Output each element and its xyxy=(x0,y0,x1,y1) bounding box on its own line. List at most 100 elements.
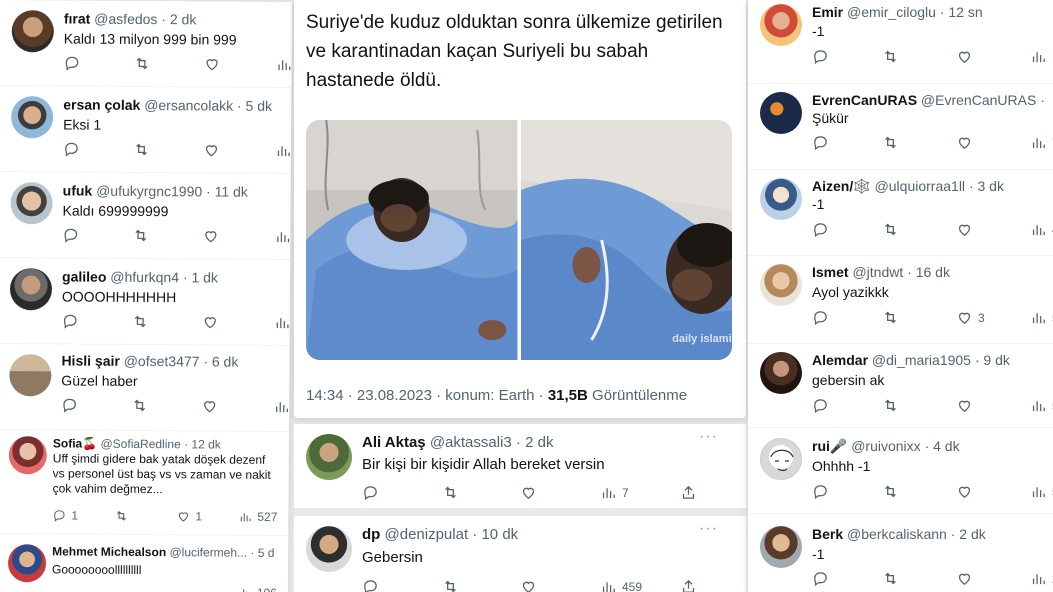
user-name[interactable]: Alemdar xyxy=(812,352,868,368)
avatar[interactable] xyxy=(760,438,802,480)
retweet-button[interactable] xyxy=(882,570,899,587)
views-button[interactable] xyxy=(274,228,291,245)
tweet-time[interactable]: 1 dk xyxy=(191,269,218,285)
tweet-time[interactable]: · xyxy=(1040,92,1045,108)
avatar[interactable] xyxy=(8,436,47,475)
retweet-button[interactable] xyxy=(131,397,148,414)
tweet-time[interactable]: 5 dk xyxy=(246,98,273,114)
tweet-time[interactable]: 10 dk xyxy=(481,526,518,543)
user-name[interactable]: galileo xyxy=(62,268,106,284)
user-name[interactable]: Berk xyxy=(812,526,843,542)
retweet-button[interactable] xyxy=(882,134,899,151)
views-button[interactable]: 7 xyxy=(600,484,629,501)
like-button[interactable] xyxy=(202,313,219,330)
avatar[interactable] xyxy=(760,526,802,568)
reply-button[interactable] xyxy=(64,54,81,71)
retweet-button[interactable] xyxy=(134,55,151,72)
reply-tweet[interactable]: Aizen/🕸️ @ulquiorraa1ll · 3 dk -1 4 xyxy=(748,170,1053,256)
reply-tweet[interactable]: fırat @asfedos · 2 dk Kaldı 13 milyon 99… xyxy=(0,0,292,89)
user-handle[interactable]: @di_maria1905 xyxy=(872,352,971,368)
reply-tweet[interactable]: ersan çolak @ersancolakk · 5 dk Eksi 1 xyxy=(0,86,292,175)
user-handle[interactable]: @ufukyrgnc1990 xyxy=(96,183,202,200)
avatar[interactable] xyxy=(9,354,52,397)
like-button[interactable] xyxy=(520,484,537,501)
avatar[interactable] xyxy=(7,544,47,583)
user-handle[interactable]: @ulquiorraa1ll xyxy=(875,178,965,194)
user-handle[interactable]: @asfedos xyxy=(94,11,157,27)
views-button[interactable] xyxy=(1030,48,1047,65)
reply-button[interactable] xyxy=(61,396,78,413)
reply-tweet[interactable]: Sofia🍒 @SofiaRedline · 12 dk Uff şimdi g… xyxy=(0,430,289,537)
avatar[interactable] xyxy=(9,268,53,311)
views-button[interactable] xyxy=(275,142,292,159)
retweet-button[interactable] xyxy=(114,509,128,523)
reply-tweet[interactable]: Berk @berkcaliskann · 2 dk -1 2 xyxy=(748,514,1053,592)
retweet-button[interactable] xyxy=(132,313,149,330)
retweet-button[interactable] xyxy=(882,309,899,326)
user-name[interactable]: rui🎤 xyxy=(812,438,847,454)
user-name[interactable]: ufuk xyxy=(63,182,93,198)
user-handle[interactable]: @berkcaliskann xyxy=(847,526,947,542)
retweet-button[interactable] xyxy=(133,141,150,158)
like-button[interactable] xyxy=(956,48,973,65)
user-name[interactable]: Mehmet Michealson xyxy=(52,544,166,559)
user-handle[interactable]: @denizpulat xyxy=(385,526,469,543)
views-button[interactable] xyxy=(275,56,291,73)
main-tweet[interactable]: Suriye'de kuduz olduktan sonra ülkemize … xyxy=(294,0,746,418)
reply-button[interactable] xyxy=(362,578,379,592)
tweet-time[interactable]: 12 dk xyxy=(191,437,220,451)
tweet-time[interactable]: 9 dk xyxy=(983,352,1009,368)
reply-tweet[interactable]: Ismet @jtndwt · 16 dk Ayol yazikkk 3 5 xyxy=(748,256,1053,344)
more-options-icon[interactable]: ··· xyxy=(699,428,718,446)
reply-button[interactable] xyxy=(812,309,829,326)
user-handle[interactable]: @jtndwt xyxy=(852,264,903,280)
views-button[interactable]: 5 xyxy=(1030,309,1053,326)
user-handle[interactable]: @hfurkqn4 xyxy=(110,269,179,285)
avatar[interactable] xyxy=(760,264,802,306)
reply-button[interactable] xyxy=(812,397,829,414)
views-button[interactable]: 459 xyxy=(600,578,642,592)
tweet-time[interactable]: 6 dk xyxy=(212,353,239,369)
user-name[interactable]: Hisli şair xyxy=(61,352,119,368)
tweet-time[interactable]: 11 dk xyxy=(215,184,248,200)
retweet-button[interactable] xyxy=(882,397,899,414)
views-button[interactable]: 2 xyxy=(1030,570,1053,587)
like-button[interactable]: 1 xyxy=(176,509,202,523)
reply-button[interactable] xyxy=(62,226,79,243)
tweet-time[interactable]: 12 sn xyxy=(948,4,982,20)
like-button[interactable] xyxy=(956,483,973,500)
reply-tweet[interactable]: galileo @hfurkqn4 · 1 dk OOOOHHHHHHH xyxy=(0,258,290,347)
avatar[interactable] xyxy=(760,178,802,220)
user-name[interactable]: Ismet xyxy=(812,264,849,280)
like-button[interactable] xyxy=(202,227,219,244)
tweet-time[interactable]: 3 dk xyxy=(978,178,1004,194)
views-button[interactable]: 5 xyxy=(1030,397,1053,414)
like-button[interactable]: 3 xyxy=(956,309,985,326)
user-handle[interactable]: @emir_ciloglu xyxy=(847,4,936,20)
like-button[interactable] xyxy=(203,141,220,158)
avatar[interactable] xyxy=(760,4,802,46)
reply-button[interactable] xyxy=(362,484,379,501)
reply-tweet[interactable]: Mehmet Michealson @lucifermeh... · 5 d G… xyxy=(0,534,288,592)
tweet-time[interactable]: 2 dk xyxy=(525,434,553,451)
avatar[interactable] xyxy=(306,526,352,572)
reply-tweet[interactable]: Hisli şair @ofset3477 · 6 dk Güzel haber xyxy=(0,344,290,433)
user-handle[interactable]: @ofset3477 xyxy=(124,353,200,370)
tweet-time[interactable]: 16 dk xyxy=(916,264,950,280)
user-handle[interactable]: @ruivonixx xyxy=(851,438,920,454)
user-handle[interactable]: @aktassali3 xyxy=(430,434,512,451)
user-handle[interactable]: @ersancolakk xyxy=(144,97,233,114)
views-button[interactable]: 5 xyxy=(1030,483,1053,500)
views-button[interactable] xyxy=(273,398,290,415)
like-button[interactable] xyxy=(956,134,973,151)
tweet-time[interactable]: 5 d xyxy=(258,546,275,560)
user-name[interactable]: dp xyxy=(362,526,380,543)
share-button[interactable] xyxy=(680,578,697,592)
retweet-button[interactable] xyxy=(442,578,459,592)
views-button[interactable]: 4 xyxy=(1030,221,1053,238)
user-name[interactable]: Ali Aktaş xyxy=(362,434,426,451)
avatar[interactable] xyxy=(760,352,802,394)
user-handle[interactable]: @lucifermeh... xyxy=(169,545,247,560)
user-name[interactable]: Sofia🍒 xyxy=(53,436,97,450)
reply-button[interactable] xyxy=(812,570,829,587)
